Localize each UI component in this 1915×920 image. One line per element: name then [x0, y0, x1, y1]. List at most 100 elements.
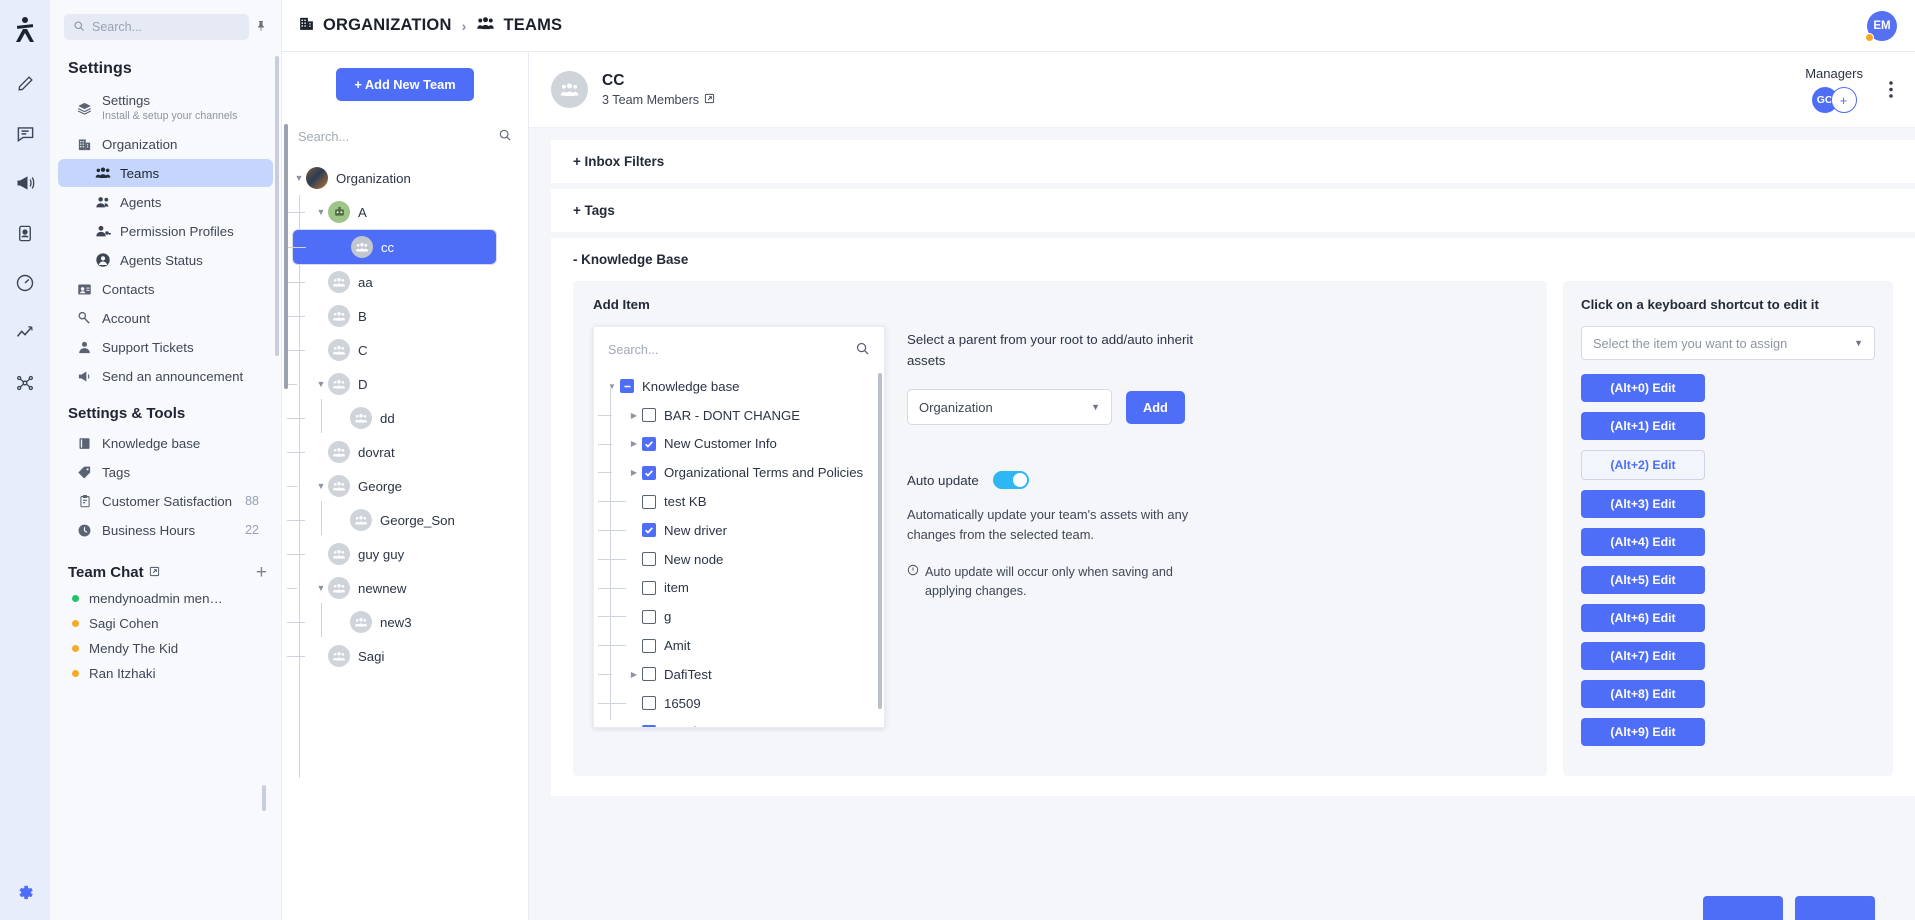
- kb-node-test-kb[interactable]: test KB: [598, 487, 884, 516]
- tree-node-newnew[interactable]: ▼ newnew: [287, 571, 528, 605]
- kb-node-new-node[interactable]: New node: [598, 545, 884, 574]
- megaphone-icon[interactable]: [8, 166, 42, 200]
- sidebar-item-knowledge-base[interactable]: Knowledge base: [58, 429, 273, 457]
- breadcrumb-root[interactable]: ORGANIZATION: [323, 16, 452, 35]
- external-link-icon[interactable]: [704, 93, 715, 107]
- parent-select[interactable]: Organization ▼: [907, 389, 1112, 426]
- add-new-team-button[interactable]: + Add New Team: [336, 68, 474, 101]
- kb-search-input[interactable]: Search...: [594, 327, 884, 359]
- checkbox-off[interactable]: [642, 696, 656, 711]
- tree-node-organization[interactable]: ▼ Organization: [292, 161, 528, 195]
- dashboard-icon[interactable]: [8, 266, 42, 300]
- tree-node-dd[interactable]: dd: [287, 401, 528, 435]
- sidebar-item-business-hours[interactable]: Business Hours 22: [58, 516, 273, 544]
- footer-button-primary[interactable]: [1703, 896, 1783, 920]
- chevron-down-icon[interactable]: ▼: [314, 583, 328, 593]
- tree-node-dovrat[interactable]: dovrat: [287, 435, 528, 469]
- shortcut-alt4-button[interactable]: (Alt+4) Edit: [1581, 528, 1705, 556]
- pin-icon[interactable]: [255, 19, 267, 36]
- kb-node-legal[interactable]: Legal: [604, 718, 884, 727]
- kb-node-amit[interactable]: Amit: [598, 631, 884, 660]
- integrations-icon[interactable]: [8, 366, 42, 400]
- chevron-right-icon[interactable]: ▶: [626, 468, 642, 477]
- chevron-down-icon[interactable]: ▼: [314, 481, 328, 491]
- sidebar-item-organization[interactable]: Organization: [58, 130, 273, 158]
- chat-member-item[interactable]: mendynoadmin men…: [50, 586, 281, 611]
- tree-node-sagi[interactable]: Sagi: [287, 639, 528, 673]
- kb-node-bar-dont-change[interactable]: ▶ BAR - DONT CHANGE: [598, 401, 884, 430]
- checkbox-off[interactable]: [642, 580, 656, 595]
- sidebar-item-teams[interactable]: Teams: [58, 159, 273, 188]
- accordion-knowledge-base-title[interactable]: - Knowledge Base: [551, 238, 1915, 271]
- team-search-input[interactable]: Search...: [298, 123, 512, 149]
- tree-scrollbar[interactable]: [284, 124, 288, 389]
- tree-node-c[interactable]: C: [287, 333, 528, 367]
- chevron-right-icon[interactable]: ▶: [626, 439, 642, 448]
- checkbox-off[interactable]: [642, 609, 656, 624]
- shortcut-alt9-button[interactable]: (Alt+9) Edit: [1581, 718, 1705, 746]
- sidebar-item-support-tickets[interactable]: Support Tickets: [58, 333, 273, 361]
- checkbox-on[interactable]: [642, 523, 656, 538]
- shortcut-alt7-button[interactable]: (Alt+7) Edit: [1581, 642, 1705, 670]
- tree-node-d[interactable]: ▼ D: [287, 367, 528, 401]
- chevron-down-icon[interactable]: ▼: [314, 207, 328, 217]
- checkbox-off[interactable]: [642, 552, 656, 567]
- chat-member-item[interactable]: Sagi Cohen: [50, 611, 281, 636]
- tree-node-george-son[interactable]: George_Son: [287, 503, 528, 537]
- sidebar-scrollbar[interactable]: [275, 56, 279, 356]
- kb-node-dafitest[interactable]: ▶ DafiTest: [598, 660, 884, 689]
- kb-node-16509[interactable]: 16509: [598, 689, 884, 718]
- shortcut-alt3-button[interactable]: (Alt+3) Edit: [1581, 490, 1705, 518]
- search-input[interactable]: Search...: [64, 14, 249, 40]
- tree-node-a[interactable]: ▼ A: [287, 195, 528, 229]
- plus-icon[interactable]: +: [256, 563, 267, 582]
- checkbox-on[interactable]: [642, 436, 656, 451]
- sidebar-item-agents[interactable]: Agents: [58, 188, 273, 216]
- compose-icon[interactable]: [8, 66, 42, 100]
- auto-update-toggle[interactable]: [992, 471, 1029, 490]
- checkbox-on[interactable]: [642, 724, 656, 727]
- avatar[interactable]: EM: [1865, 10, 1897, 42]
- add-button[interactable]: Add: [1126, 390, 1185, 424]
- chat-member-item[interactable]: Ran Itzhaki: [50, 661, 281, 686]
- checkbox-on[interactable]: [642, 465, 656, 480]
- kb-node-g[interactable]: g: [598, 602, 884, 631]
- sidebar-item-agents-status[interactable]: Agents Status: [58, 246, 273, 274]
- add-manager-button[interactable]: +: [1830, 87, 1857, 113]
- chevron-down-icon[interactable]: ▼: [314, 379, 328, 389]
- kb-tree-scrollbar[interactable]: [878, 373, 882, 709]
- kb-node-organizational-terms-and-policies[interactable]: ▶ Organizational Terms and Policies: [598, 458, 884, 487]
- tree-node-new3[interactable]: new3: [287, 605, 528, 639]
- shortcut-alt8-button[interactable]: (Alt+8) Edit: [1581, 680, 1705, 708]
- sidebar-item-permission-profiles[interactable]: Permission Profiles: [58, 217, 273, 245]
- chevron-right-icon[interactable]: ▶: [626, 411, 642, 420]
- tree-node-cc[interactable]: cc: [288, 229, 497, 265]
- shortcut-alt5-button[interactable]: (Alt+5) Edit: [1581, 566, 1705, 594]
- chevron-right-icon[interactable]: ▶: [626, 670, 642, 679]
- analytics-icon[interactable]: [8, 316, 42, 350]
- chat-member-item[interactable]: Mendy The Kid: [50, 636, 281, 661]
- accordion-tags[interactable]: + Tags: [551, 189, 1915, 232]
- accordion-inbox-filters[interactable]: + Inbox Filters: [551, 140, 1915, 183]
- tree-node-b[interactable]: B: [287, 299, 528, 333]
- chevron-down-icon[interactable]: ▼: [292, 173, 306, 183]
- sidebar-item-tags[interactable]: Tags: [58, 458, 273, 486]
- kebab-menu-icon[interactable]: [1889, 81, 1893, 98]
- checkbox-off[interactable]: [642, 638, 656, 653]
- tree-node-george[interactable]: ▼ George: [287, 469, 528, 503]
- tree-node-guy-guy[interactable]: guy guy: [287, 537, 528, 571]
- kb-node-knowledge-base[interactable]: ▼ Knowledge base: [604, 372, 884, 401]
- shortcut-alt0-button[interactable]: (Alt+0) Edit: [1581, 374, 1705, 402]
- checkbox-indeterminate[interactable]: [620, 379, 634, 394]
- sidebar-item-send-announcement[interactable]: Send an announcement: [58, 362, 273, 390]
- kb-node-item[interactable]: item: [598, 574, 884, 603]
- external-link-icon[interactable]: [149, 566, 160, 580]
- footer-button-secondary[interactable]: [1795, 896, 1875, 920]
- shortcut-item-select[interactable]: Select the item you want to assign ▼: [1581, 326, 1875, 360]
- app-logo-icon[interactable]: [8, 10, 42, 50]
- kb-node-new-driver[interactable]: New driver: [598, 516, 884, 545]
- search-icon[interactable]: [498, 128, 512, 145]
- kb-node-new-customer-info[interactable]: ▶ New Customer Info: [598, 430, 884, 459]
- contacts-card-icon[interactable]: [8, 216, 42, 250]
- sidebar-item-settings[interactable]: Settings Install & setup your channels: [58, 87, 273, 129]
